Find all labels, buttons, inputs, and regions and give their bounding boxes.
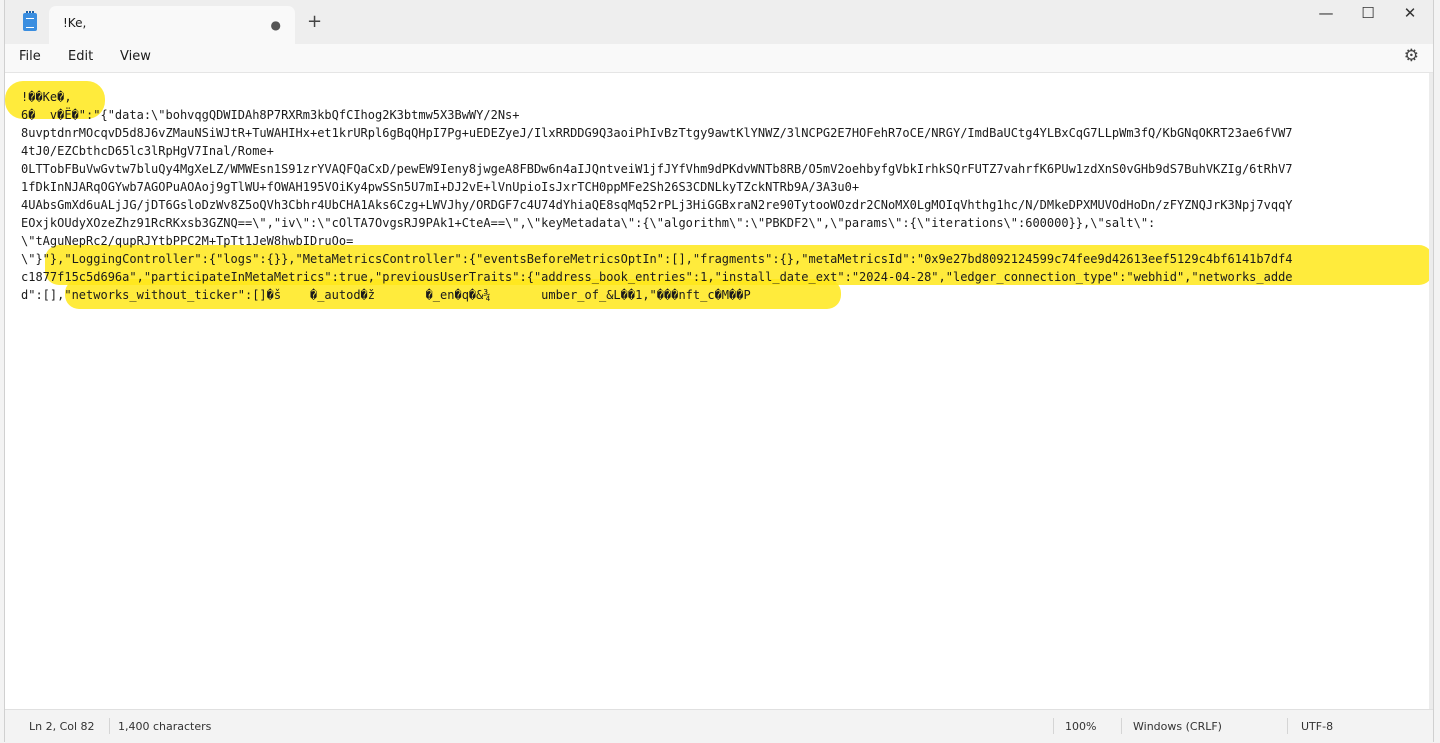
minimize-icon[interactable]: —: [1311, 4, 1341, 22]
editor-line: !��Ke�,: [21, 90, 72, 104]
editor-line: EOxjkOUdyXOzeZhz91RcRKxsb3GZNQ==\","iv\"…: [21, 216, 1156, 230]
encoding[interactable]: UTF-8: [1301, 720, 1333, 733]
unsaved-dot-icon[interactable]: ●: [271, 18, 281, 32]
maximize-icon[interactable]: ☐: [1353, 4, 1383, 22]
document-tab[interactable]: !Ke, ●: [49, 6, 295, 44]
zoom-level[interactable]: 100%: [1065, 720, 1096, 733]
new-tab-plus-icon[interactable]: +: [307, 11, 322, 32]
cursor-position: Ln 2, Col 82: [29, 720, 95, 733]
editor-line: \"}"},"LoggingController":{"logs":{}},"M…: [21, 252, 1293, 266]
close-icon[interactable]: ✕: [1395, 4, 1425, 22]
menu-edit[interactable]: Edit: [68, 49, 93, 64]
editor-line: 4tJ0/EZCbthcD65lc3lRpHgV7Inal/Rome+: [21, 144, 274, 158]
editor-line: \"tAguNepRc2/qupRJYtbPPC2M+TpTt1JeW8hwbI…: [21, 234, 354, 248]
menu-view[interactable]: View: [120, 49, 151, 64]
character-count: 1,400 characters: [118, 720, 212, 733]
line-ending[interactable]: Windows (CRLF): [1133, 720, 1222, 733]
notepad-app-icon: [23, 11, 37, 31]
settings-gear-icon[interactable]: ⚙: [1404, 46, 1419, 66]
editor-line: c1877f15c5d696a","participateInMetaMetri…: [21, 270, 1293, 284]
status-divider: [1053, 718, 1054, 734]
editor-line: 1fDkInNJARqOGYwb7AGOPuAOAoj9gTlWU+fOWAH1…: [21, 180, 860, 194]
menu-bar: File Edit View ⚙: [5, 44, 1433, 73]
editor-line: 0LTTobFBuVwGvtw7bluQy4MgXeLZ/WMWEsn1S91z…: [21, 162, 1293, 176]
status-divider: [109, 718, 110, 734]
vertical-scrollbar[interactable]: [1429, 73, 1433, 709]
editor-text: !��Ke�, 6� v�Ë�":"{"data:\"bohvqgQDWIDAh8…: [21, 88, 1421, 304]
text-editor[interactable]: !��Ke�, 6� v�Ë�":"{"data:\"bohvqgQDWIDAh8…: [5, 73, 1433, 709]
editor-line: 6� v�Ë�":"{"data:\"bohvqgQDWIDAh8P7RXRm3…: [21, 108, 520, 122]
editor-line: d":[],"networks_without_ticker":[]�š �_a…: [21, 288, 751, 302]
title-bar: !Ke, ● + — ☐ ✕: [5, 0, 1433, 44]
status-bar: Ln 2, Col 82 1,400 characters 100% Windo…: [5, 709, 1433, 743]
menu-file[interactable]: File: [19, 49, 41, 64]
status-divider: [1287, 718, 1288, 734]
tab-title: !Ke,: [63, 16, 87, 30]
status-divider: [1121, 718, 1122, 734]
editor-line: 8uvptdnrMOcqvD5d8J6vZMauNSiWJtR+TuWAHIHx…: [21, 126, 1293, 140]
editor-line: 4UAbsGmXd6uALjJG/jDT6GsloDzWv8Z5oQVh3Cbh…: [21, 198, 1293, 212]
notepad-window: !Ke, ● + — ☐ ✕ File Edit View ⚙ !��Ke�, 6…: [4, 0, 1434, 743]
